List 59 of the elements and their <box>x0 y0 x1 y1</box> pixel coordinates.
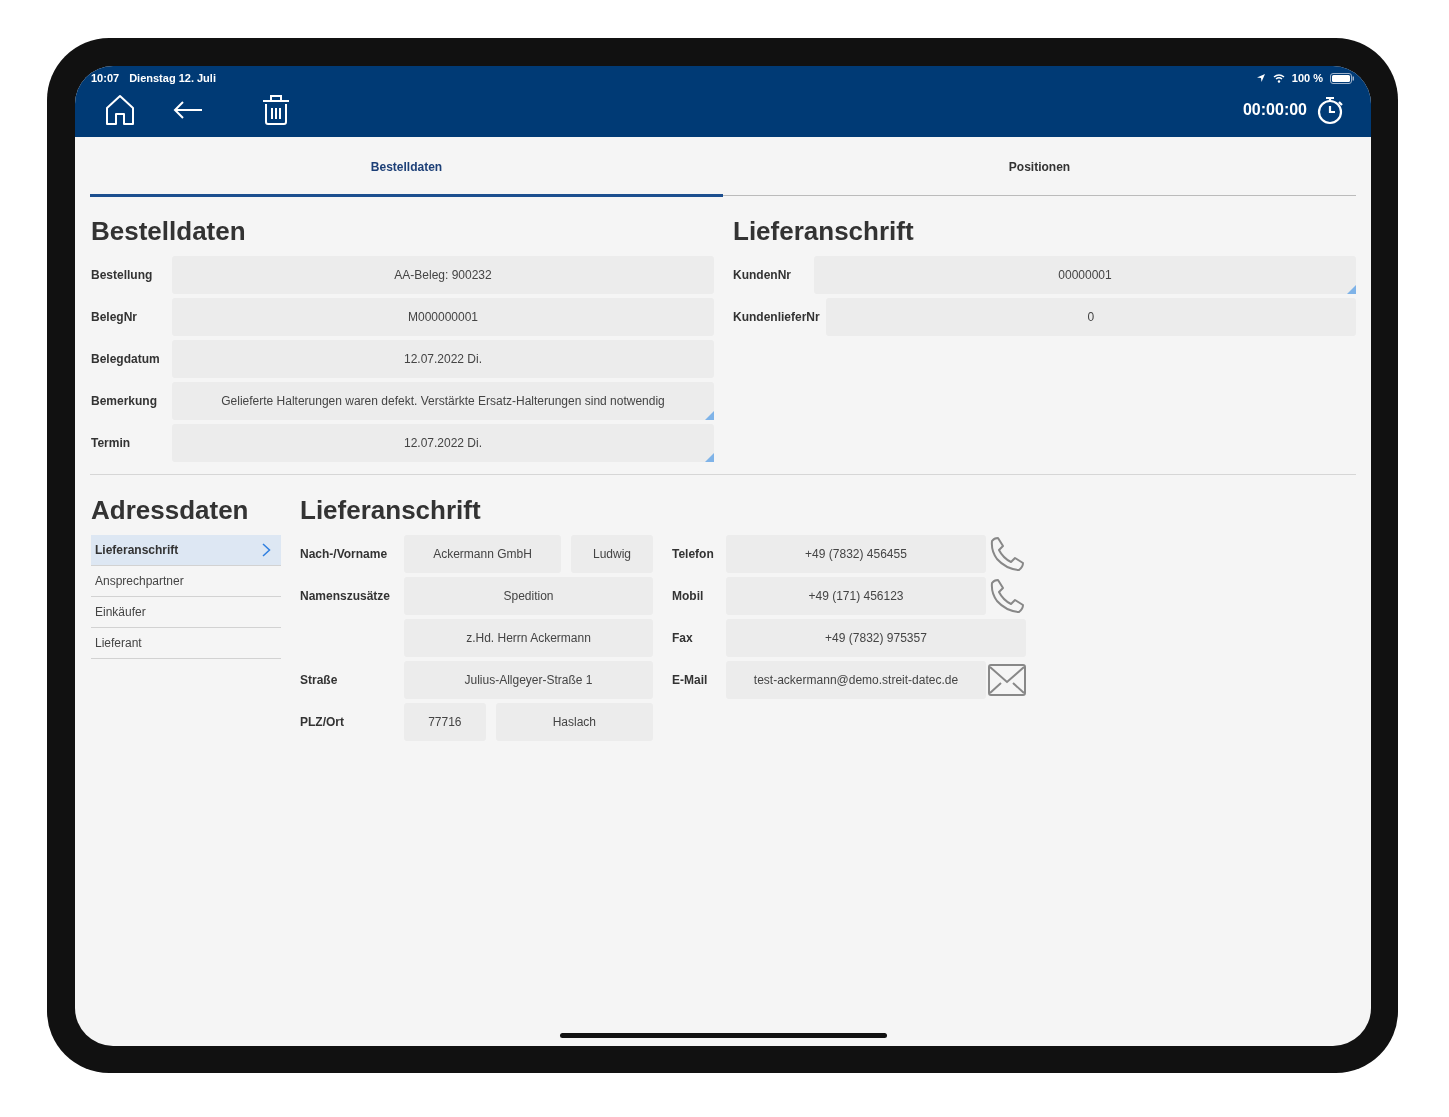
input-field[interactable]: AA-Beleg: 900232 <box>172 256 714 294</box>
input-field[interactable]: Spedition <box>404 577 653 615</box>
home-icon[interactable] <box>105 94 135 126</box>
input-field[interactable]: z.Hd. Herrn Ackermann <box>404 619 653 657</box>
field-label: Mobil <box>672 589 705 603</box>
input-field[interactable]: Haslach <box>495 703 653 741</box>
chevron-right-icon <box>262 543 271 557</box>
field-label: Namenszusätze <box>300 589 392 603</box>
section-title: Lieferanschrift <box>300 494 482 527</box>
phone-icon[interactable] <box>988 577 1026 615</box>
input-field[interactable]: test-ackermann@demo.streit-datec.de <box>726 661 986 699</box>
stopwatch-icon[interactable] <box>1317 95 1345 125</box>
field-label: KundenNr <box>733 268 792 282</box>
status-time: 10:07 <box>91 72 120 84</box>
field-label: KundenlieferNr <box>733 310 821 324</box>
timer-display: 00:00:00 <box>1242 101 1307 119</box>
field-label: E-Mail <box>672 673 709 687</box>
section-title: Adressdaten <box>91 494 250 527</box>
field-label: Bestellung <box>91 268 154 282</box>
phone-icon[interactable] <box>988 535 1026 573</box>
trash-icon[interactable] <box>261 94 291 126</box>
location-icon <box>1255 73 1266 83</box>
input-field[interactable]: Ackermann GmbH <box>404 535 561 573</box>
field-label: BelegNr <box>91 310 138 324</box>
section-title: Lieferanschrift <box>733 215 915 248</box>
input-field[interactable]: +49 (171) 456123 <box>726 577 986 615</box>
field-label: Straße <box>300 673 339 687</box>
battery-percent: 100 % <box>1291 72 1323 84</box>
battery-icon <box>1330 72 1355 84</box>
mail-icon[interactable] <box>988 664 1026 696</box>
tab[interactable]: Positionen <box>723 137 1356 197</box>
resize-corner-icon[interactable] <box>705 453 714 462</box>
section-title: Bestelldaten <box>91 215 247 248</box>
wifi-icon <box>1272 73 1285 83</box>
field-label: Fax <box>672 631 694 645</box>
input-field[interactable]: +49 (7832) 456455 <box>726 535 986 573</box>
sidebar-item[interactable]: Lieferanschrift <box>91 535 281 566</box>
input-field[interactable]: 0 <box>825 298 1356 336</box>
field-label: PLZ/Ort <box>300 715 345 729</box>
input-field[interactable]: M000000001 <box>172 298 714 336</box>
field-label: Belegdatum <box>91 352 161 366</box>
tab[interactable]: Bestelldaten <box>90 137 723 197</box>
input-field[interactable]: 12.07.2022 Di. <box>172 424 714 462</box>
sidebar-item[interactable]: Lieferant <box>91 628 281 659</box>
status-date: Dienstag 12. Juli <box>129 72 216 84</box>
input-field[interactable]: +49 (7832) 975357 <box>726 619 1026 657</box>
field-label: Bemerkung <box>91 394 159 408</box>
input-field[interactable]: Gelieferte Halterungen waren defekt. Verstärkte Ersatz-Halterungen sind notwendig <box>172 382 714 420</box>
back-arrow-icon[interactable] <box>173 100 203 120</box>
input-field[interactable]: 77716 <box>404 703 486 741</box>
field-label: Nach-/Vorname <box>300 547 389 561</box>
input-field[interactable]: 00000001 <box>814 256 1356 294</box>
sidebar-item[interactable]: Ansprechpartner <box>91 566 281 597</box>
field-label: Telefon <box>672 547 715 561</box>
input-field[interactable]: Julius-Allgeyer-Straße 1 <box>404 661 653 699</box>
input-field[interactable]: Ludwig <box>571 535 653 573</box>
sidebar-item[interactable]: Einkäufer <box>91 597 281 628</box>
field-label: Termin <box>91 436 132 450</box>
input-field[interactable]: 12.07.2022 Di. <box>172 340 714 378</box>
